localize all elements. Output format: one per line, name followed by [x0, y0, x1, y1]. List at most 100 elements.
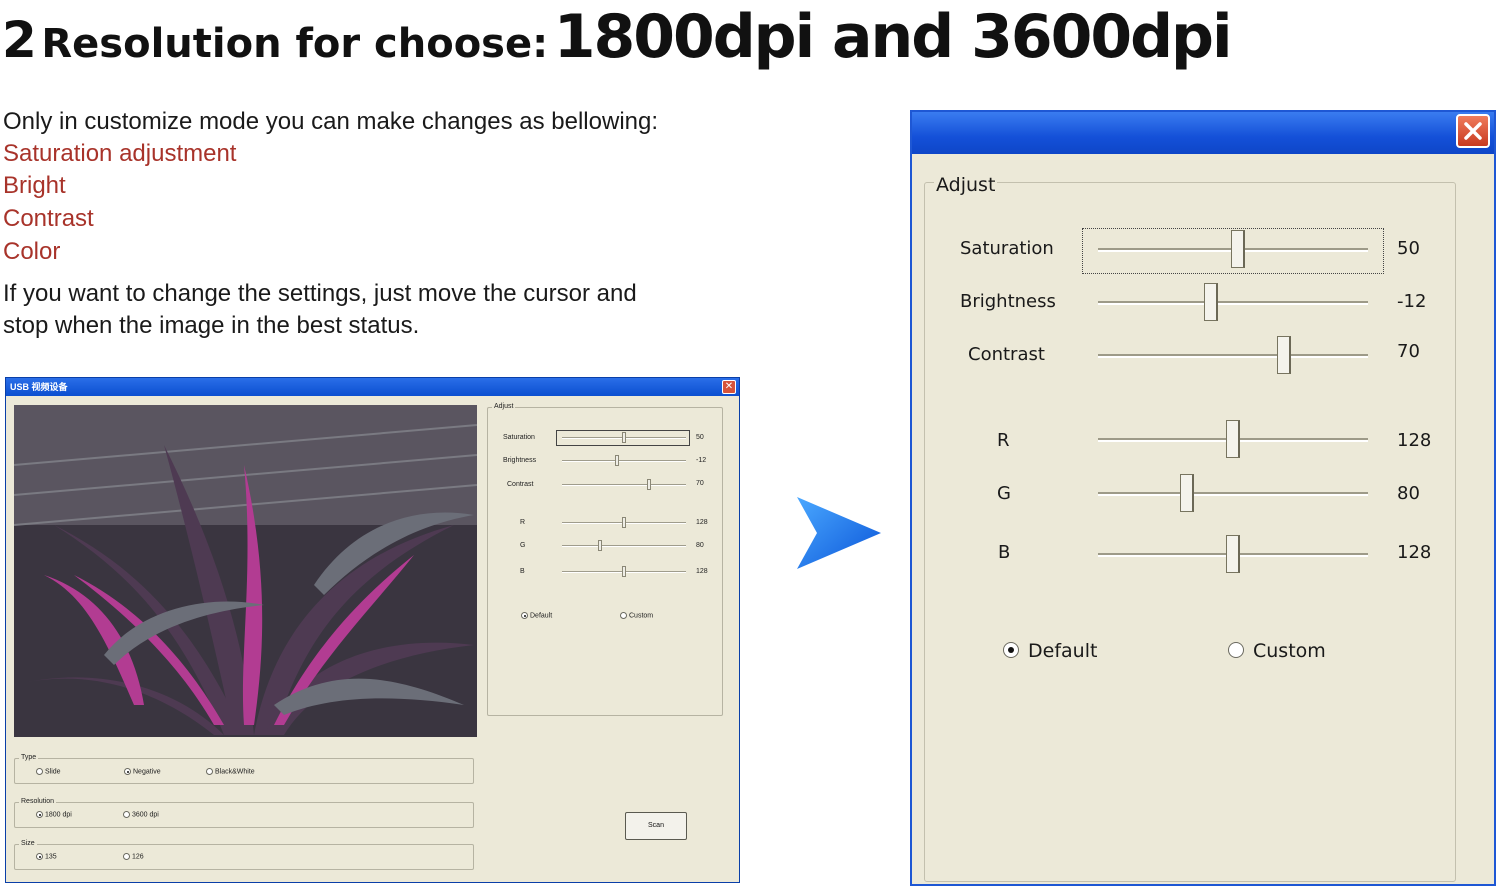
- resolution-3600-label: 3600 dpi: [132, 811, 159, 819]
- size-group-label: Size: [19, 840, 37, 847]
- type-negative-label: Negative: [133, 768, 161, 776]
- small-slider-track-brightness: [562, 460, 686, 462]
- small-b-thumb[interactable]: [622, 566, 626, 577]
- small-custom-radio[interactable]: Custom: [620, 612, 653, 619]
- custom-radio-label: Custom: [1253, 640, 1326, 662]
- b-value: 128: [1397, 542, 1432, 563]
- small-r-label: R: [520, 519, 526, 526]
- photo-plant: [14, 405, 477, 737]
- small-contrast-thumb[interactable]: [646, 479, 651, 490]
- small-default-label: Default: [530, 612, 553, 620]
- size-group: Size: [14, 840, 474, 870]
- adjust-dialog: Adjust Saturation Brightness Contrast R …: [910, 110, 1496, 886]
- small-g-label: G: [520, 542, 526, 549]
- description-item-color: Color: [3, 238, 61, 265]
- small-default-radio[interactable]: Default: [521, 612, 552, 619]
- small-adjust-label: Adjust: [492, 403, 516, 410]
- slider-track-g: [1098, 492, 1368, 496]
- arrow-right-icon: [797, 497, 881, 569]
- small-saturation-label: Saturation: [503, 434, 535, 441]
- heading-number: 2: [2, 11, 37, 69]
- r-label: R: [997, 430, 1010, 451]
- small-r-thumb[interactable]: [622, 517, 626, 528]
- description-item-saturation: Saturation adjustment: [3, 140, 237, 167]
- b-thumb[interactable]: [1226, 535, 1240, 573]
- contrast-value: 70: [1397, 341, 1420, 362]
- radio-icon: [620, 612, 627, 619]
- size-135-radio[interactable]: 135: [36, 853, 57, 860]
- slider-track-contrast: [1098, 354, 1368, 358]
- radio-icon: [36, 768, 43, 775]
- radio-selected-icon: [124, 768, 131, 775]
- resolution-group: Resolution: [14, 798, 474, 828]
- contrast-label: Contrast: [968, 344, 1045, 365]
- brightness-thumb[interactable]: [1204, 283, 1219, 321]
- description-item-contrast: Contrast: [3, 205, 94, 232]
- type-negative-radio[interactable]: Negative: [124, 768, 161, 775]
- saturation-thumb[interactable]: [1231, 230, 1246, 268]
- type-bw-label: Black&White: [215, 768, 255, 776]
- g-thumb[interactable]: [1180, 474, 1195, 512]
- type-slide-radio[interactable]: Slide: [36, 768, 61, 775]
- small-g-value: 80: [696, 542, 704, 549]
- small-scanner-window: USB 视频设备 ✕ Adjust Saturation Brightness …: [5, 377, 740, 883]
- radio-selected-icon: [36, 811, 43, 818]
- close-icon[interactable]: [1456, 114, 1490, 148]
- brightness-label: Brightness: [960, 291, 1056, 312]
- small-adjust-group: Adjust: [487, 403, 723, 716]
- small-contrast-value: 70: [696, 480, 704, 487]
- small-b-label: B: [520, 568, 525, 575]
- small-slider-track-contrast: [562, 484, 686, 486]
- small-contrast-label: Contrast: [507, 481, 534, 488]
- preview-image: [14, 405, 477, 737]
- g-value: 80: [1397, 483, 1420, 504]
- small-g-thumb[interactable]: [598, 540, 603, 551]
- adjust-group: [924, 182, 1456, 882]
- small-brightness-value: -12: [696, 457, 707, 464]
- saturation-value: 50: [1397, 238, 1420, 259]
- heading-middle: Resolution for choose:: [41, 21, 549, 67]
- radio-icon: [123, 853, 130, 860]
- adjust-group-label: Adjust: [934, 174, 998, 196]
- small-b-value: 128: [696, 568, 708, 575]
- small-saturation-value: 50: [696, 434, 704, 441]
- dialog-titlebar: [912, 112, 1494, 154]
- contrast-thumb[interactable]: [1277, 336, 1292, 374]
- close-icon[interactable]: ✕: [722, 380, 736, 394]
- custom-radio[interactable]: [1228, 642, 1244, 658]
- resolution-group-label: Resolution: [19, 798, 57, 805]
- size-135-label: 135: [45, 853, 57, 861]
- description-outro-line2: stop when the image in the best status.: [3, 312, 420, 339]
- resolution-1800-radio[interactable]: 1800 dpi: [36, 811, 72, 818]
- type-group-label: Type: [19, 754, 39, 761]
- small-slider-track-g: [562, 545, 686, 547]
- small-r-value: 128: [696, 519, 708, 526]
- description-outro-line1: If you want to change the settings, just…: [3, 280, 637, 307]
- small-custom-label: Custom: [629, 612, 654, 620]
- resolution-3600-radio[interactable]: 3600 dpi: [123, 811, 159, 818]
- radio-icon: [123, 811, 130, 818]
- radio-selected-icon: [521, 612, 528, 619]
- r-thumb[interactable]: [1226, 420, 1240, 458]
- radio-icon: [206, 768, 213, 775]
- description-intro: Only in customize mode you can make chan…: [3, 108, 659, 135]
- saturation-label: Saturation: [960, 238, 1054, 259]
- small-brightness-label: Brightness: [503, 457, 537, 464]
- small-window-titlebar: USB 视频设备 ✕: [6, 378, 739, 396]
- scan-button[interactable]: Scan: [625, 812, 687, 840]
- slider-track-brightness: [1098, 301, 1368, 305]
- heading-suffix: 1800dpi and 3600dpi: [553, 2, 1233, 72]
- default-radio-label: Default: [1028, 640, 1098, 662]
- b-label: B: [998, 542, 1011, 563]
- default-radio[interactable]: [1003, 642, 1019, 658]
- g-label: G: [997, 483, 1011, 504]
- small-brightness-thumb[interactable]: [614, 455, 619, 466]
- size-126-radio[interactable]: 126: [123, 853, 144, 860]
- r-value: 128: [1397, 430, 1432, 451]
- size-126-label: 126: [132, 853, 144, 861]
- type-bw-radio[interactable]: Black&White: [206, 768, 255, 775]
- page-heading: 2 Resolution for choose: 1800dpi and 360…: [2, 2, 1233, 72]
- small-saturation-thumb[interactable]: [622, 432, 626, 443]
- radio-selected-icon: [36, 853, 43, 860]
- small-window-title: USB 视频设备: [10, 382, 68, 392]
